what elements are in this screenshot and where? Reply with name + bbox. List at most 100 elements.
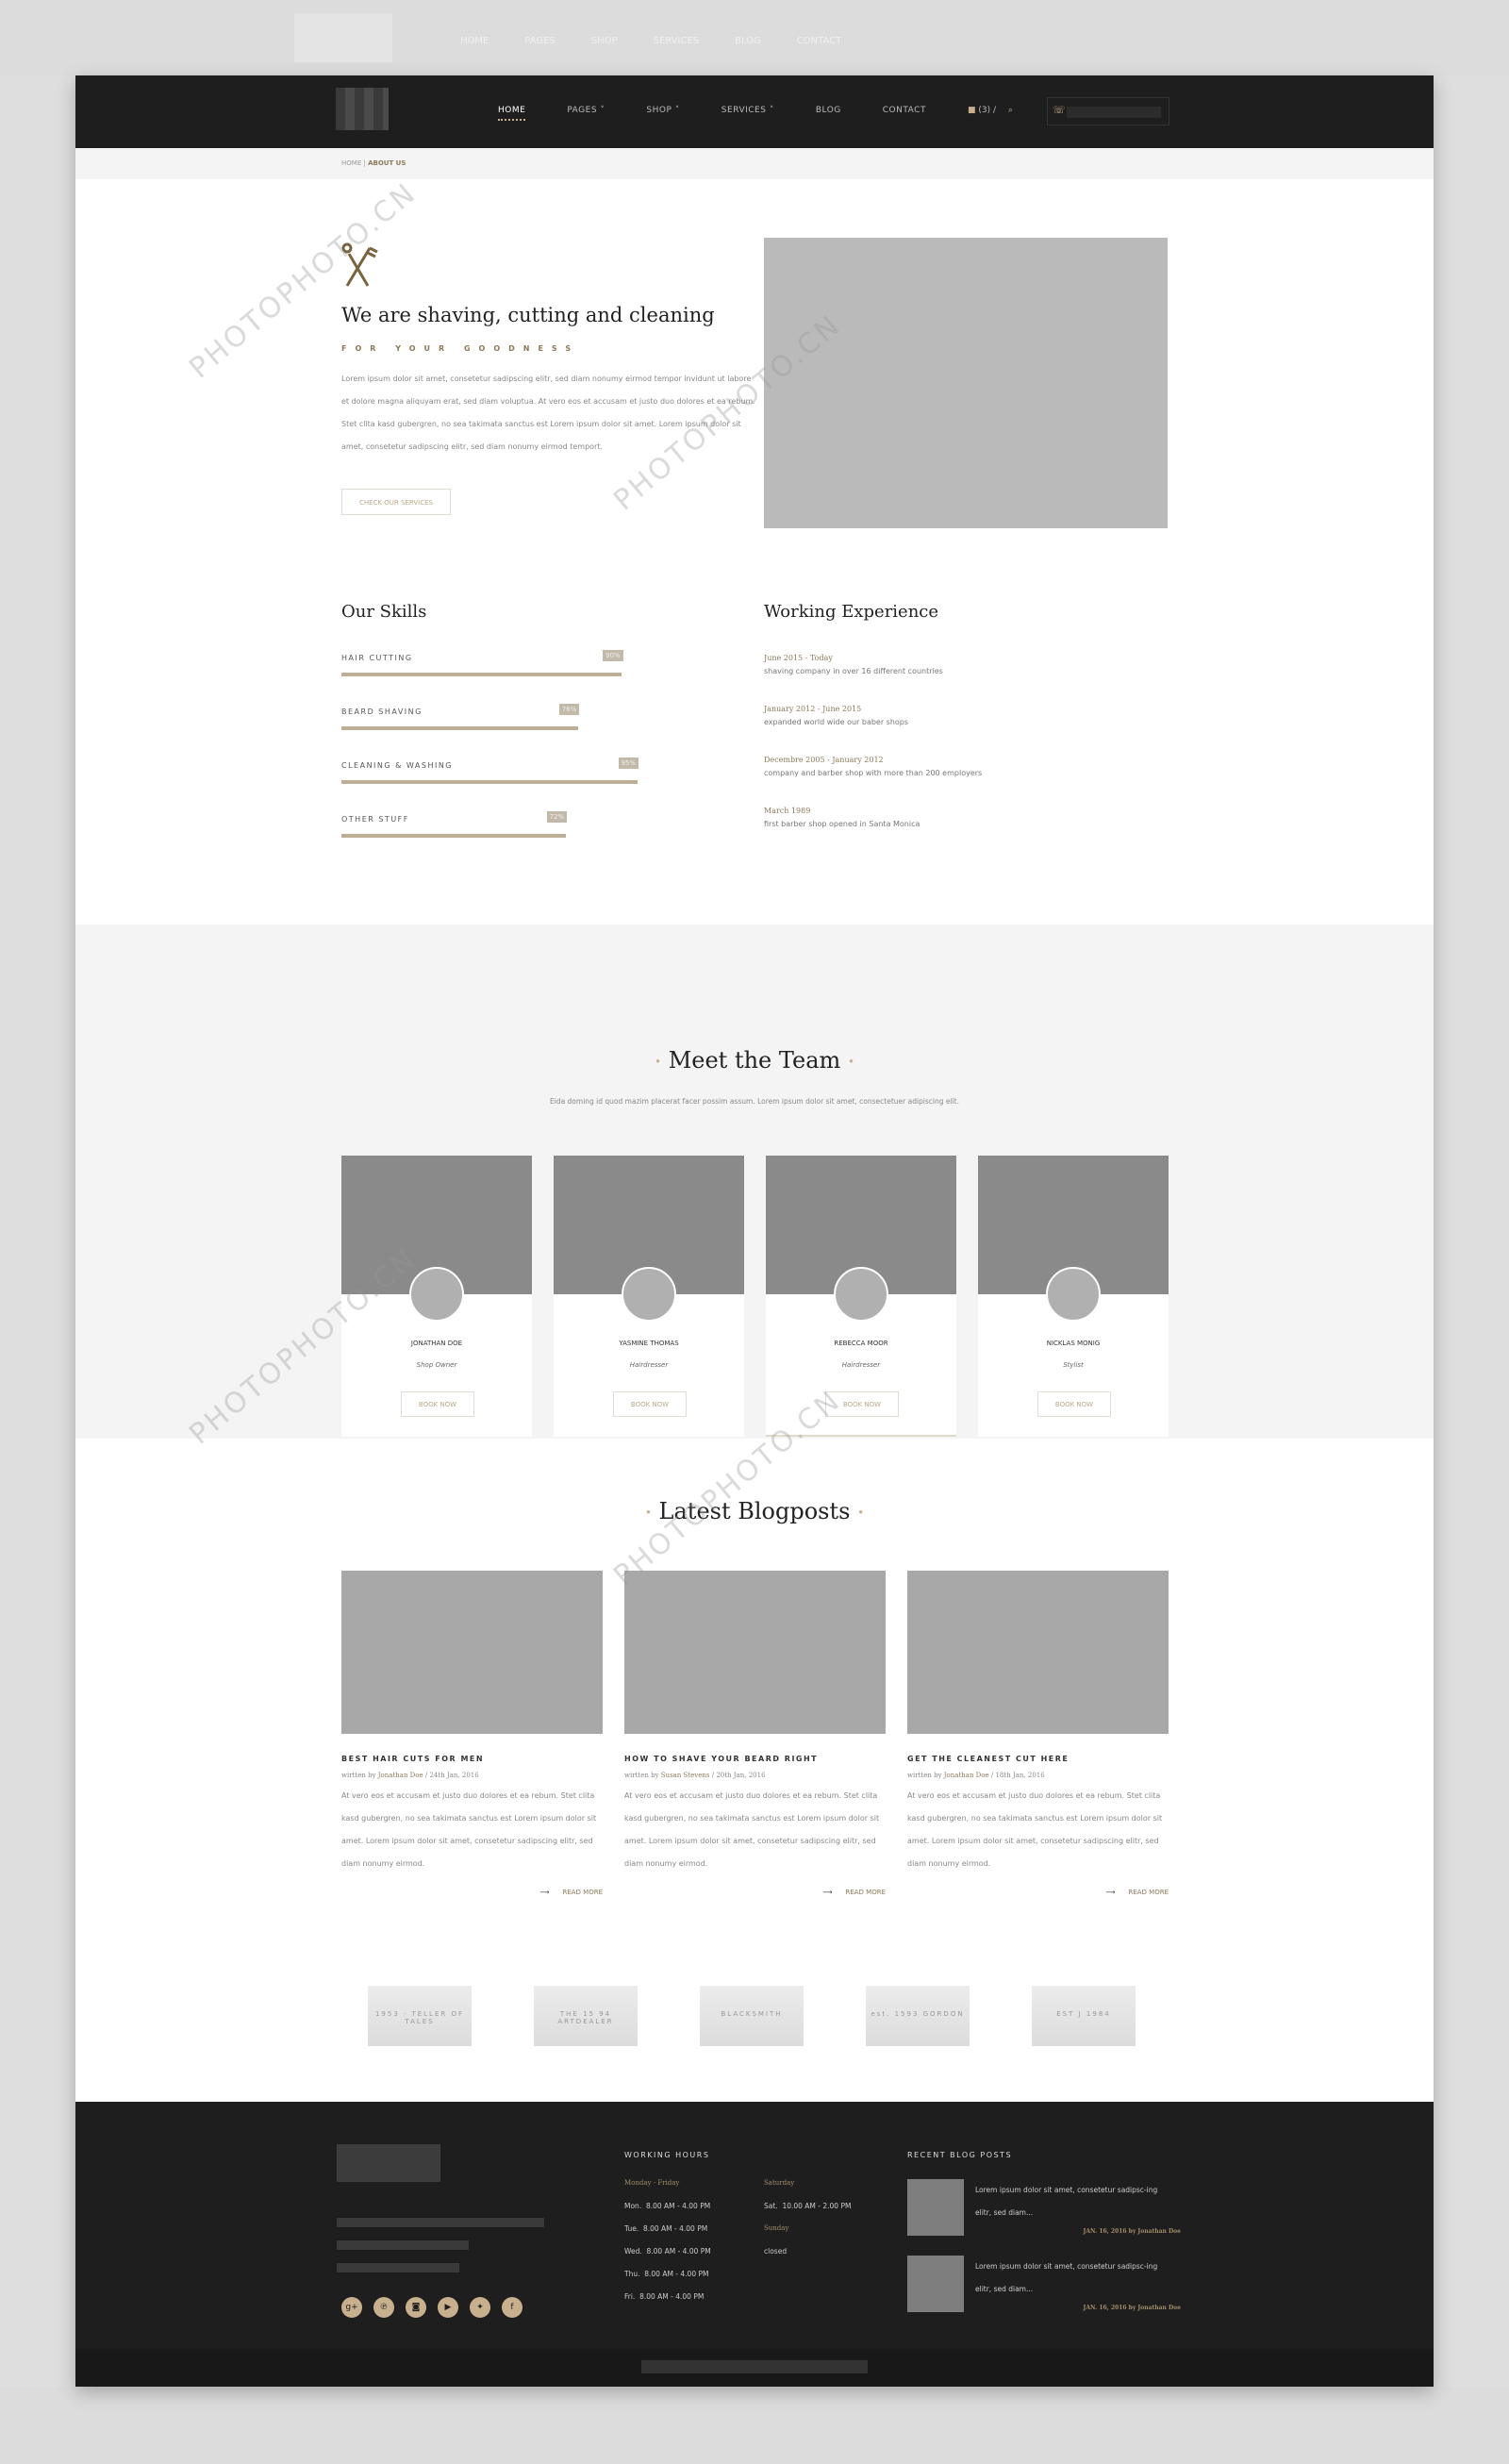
post-title[interactable]: HOW TO SHAVE YOUR BEARD RIGHT xyxy=(624,1755,886,1763)
post-image-placeholder[interactable] xyxy=(341,1571,603,1734)
experience-desc: expanded world wide our baber shops xyxy=(764,718,909,726)
blog-post: HOW TO SHAVE YOUR BEARD RIGHT wirtten by … xyxy=(624,1571,886,1896)
brand-logo-text: BLACKSMITH xyxy=(721,2010,783,2018)
post-author[interactable]: Jonathan Doe xyxy=(944,1772,989,1779)
brand-logo: est. 1593 GORDON xyxy=(866,1986,970,2046)
avatar xyxy=(409,1267,464,1322)
book-now-button[interactable]: BOOK NOW xyxy=(401,1391,474,1417)
faded-logo xyxy=(294,13,392,62)
nav-blog[interactable]: BLOG xyxy=(816,106,841,115)
read-more-link[interactable]: ⟶ READ MORE xyxy=(624,1889,886,1896)
blog-post: BEST HAIR CUTS FOR MEN wirtten by Jonatha… xyxy=(341,1571,603,1896)
recent-post-meta: JAN. 16, 2016 by Jonathan Doe xyxy=(1083,2228,1181,2235)
logo[interactable] xyxy=(336,88,389,130)
instagram-icon[interactable]: ◙ xyxy=(406,2297,426,2318)
nav-contact[interactable]: CONTACT xyxy=(883,106,926,115)
phone-icon: ☏ xyxy=(1053,104,1066,116)
blurred-copyright xyxy=(641,2360,868,2373)
cart-button[interactable]: ■ (3) / ⌕ xyxy=(968,106,1013,115)
experience-title: Working Experience xyxy=(764,602,939,622)
member-role: Shop Owner xyxy=(416,1361,457,1369)
read-more-link[interactable]: ⟶ READ MORE xyxy=(907,1889,1169,1896)
footer-logo xyxy=(337,2144,440,2182)
book-now-button[interactable]: BOOK NOW xyxy=(825,1391,899,1417)
recent-post-meta: JAN. 16, 2016 by Jonathan Doe xyxy=(1083,2305,1181,2311)
arrow-right-icon: ⟶ xyxy=(539,1889,550,1896)
read-more-link[interactable]: ⟶ READ MORE xyxy=(341,1889,603,1896)
avatar xyxy=(834,1267,888,1322)
nav-pages[interactable]: PAGES ˅ xyxy=(567,106,605,115)
footer-bottom-bar xyxy=(75,2349,1434,2387)
pinterest-icon[interactable]: ℗ xyxy=(373,2297,394,2318)
team-card: JONATHAN DOE Shop Owner BOOK NOW xyxy=(341,1156,532,1437)
written-by: wirtten by xyxy=(624,1772,659,1779)
nav-services[interactable]: SERVICES ˅ xyxy=(721,106,774,115)
breadcrumb-home[interactable]: HOME xyxy=(341,159,361,167)
experience-date: March 1989 xyxy=(764,807,811,815)
brand-logo-text: 1953 · TELLER OF TALES xyxy=(374,2010,465,2025)
team-card: REBECCA MOOR Hairdresser BOOK NOW xyxy=(766,1156,956,1437)
nav-shop[interactable]: SHOP ˅ xyxy=(646,106,679,115)
dot-icon: • xyxy=(654,1055,662,1069)
recent-post-thumb xyxy=(907,2256,964,2312)
facebook-icon[interactable]: f xyxy=(502,2297,522,2318)
nav-home[interactable]: HOME xyxy=(498,106,526,121)
experience-desc: first barber shop opened in Santa Monica xyxy=(764,820,920,828)
google-plus-icon[interactable]: g+ xyxy=(341,2297,362,2318)
watermark: PHOTOPHOTO.CN xyxy=(183,175,423,386)
phone-box[interactable]: ☏ xyxy=(1047,97,1169,125)
search-icon[interactable]: ⌕ xyxy=(1008,106,1013,115)
blurred-text-line xyxy=(337,2240,469,2250)
team-card: NICKLAS MONIG Stylist BOOK NOW xyxy=(978,1156,1169,1437)
skill-item: BEARD SHAVING 76% xyxy=(341,704,653,730)
nav-services-label: SERVICES xyxy=(721,106,767,115)
post-excerpt: At vero eos et accusam et justo duo dolo… xyxy=(907,1791,1163,1868)
member-name: JONATHAN DOE xyxy=(410,1340,463,1347)
faded-nav-item: CONTACT xyxy=(796,36,842,46)
avatar xyxy=(1046,1267,1101,1322)
written-by: wirtten by xyxy=(907,1772,942,1779)
skill-item: CLEANING & WASHING 95% xyxy=(341,758,653,784)
breadcrumb: HOME | ABOUT US xyxy=(75,148,1434,179)
post-image-placeholder[interactable] xyxy=(907,1571,1169,1734)
intro-image-placeholder xyxy=(764,238,1168,528)
experience-date: January 2012 - June 2015 xyxy=(764,705,862,713)
experience-desc: shaving company in over 16 different cou… xyxy=(764,667,943,675)
working-hours-title: WORKING HOURS xyxy=(624,2151,710,2159)
blurred-text-line xyxy=(337,2263,459,2273)
experience-date: Decembre 2005 - January 2012 xyxy=(764,756,884,764)
dot-icon: • xyxy=(644,1506,652,1520)
faded-nav-item: SHOP xyxy=(590,36,618,46)
team-title-text: Meet the Team xyxy=(668,1047,841,1074)
book-now-button[interactable]: BOOK NOW xyxy=(1037,1391,1111,1417)
check-services-button[interactable]: CHECK OUR SERVICES xyxy=(341,489,451,515)
read-more-label: READ MORE xyxy=(845,1889,886,1896)
recent-post-text: Lorem ipsum dolor sit amet, consetetur s… xyxy=(975,2262,1158,2293)
member-role: Stylist xyxy=(1063,1361,1084,1369)
skill-item: HAIR CUTTING 90% xyxy=(341,650,653,676)
twitter-icon[interactable]: ✦ xyxy=(470,2297,490,2318)
post-date: / 20th Jan, 2016 xyxy=(711,1772,766,1779)
saturday-label: Saturday xyxy=(764,2179,795,2187)
skill-progress-bar xyxy=(341,726,578,730)
recent-post[interactable]: Lorem ipsum dolor sit amet, consetetur s… xyxy=(907,2256,1181,2312)
intro-tagline: FOR YOUR GOODNESS xyxy=(341,344,580,353)
post-author[interactable]: Jonathan Doe xyxy=(378,1772,423,1779)
skill-percent: 72% xyxy=(546,811,568,823)
post-title[interactable]: GET THE CLEANEST CUT HERE xyxy=(907,1755,1169,1763)
avatar xyxy=(622,1267,676,1322)
book-now-button[interactable]: BOOK NOW xyxy=(613,1391,687,1417)
faded-nav-item: HOME xyxy=(460,36,489,46)
youtube-icon[interactable]: ▶ xyxy=(438,2297,458,2318)
post-meta: wirtten by Jonathan Doe / 18th Jan, 2016 xyxy=(907,1772,1169,1779)
brand-logo: EST J 1984 xyxy=(1032,1986,1136,2046)
skills-title: Our Skills xyxy=(341,602,427,622)
team-title: • Meet the Team • xyxy=(75,1047,1434,1074)
post-author[interactable]: Susan Stevens xyxy=(661,1772,710,1779)
recent-post[interactable]: Lorem ipsum dolor sit amet, consetetur s… xyxy=(907,2179,1181,2236)
faded-nav-item: SERVICES xyxy=(653,36,700,46)
post-image-placeholder[interactable] xyxy=(624,1571,886,1734)
skill-progress-bar xyxy=(341,780,638,784)
post-title[interactable]: BEST HAIR CUTS FOR MEN xyxy=(341,1755,603,1763)
skill-progress-bar xyxy=(341,834,566,838)
